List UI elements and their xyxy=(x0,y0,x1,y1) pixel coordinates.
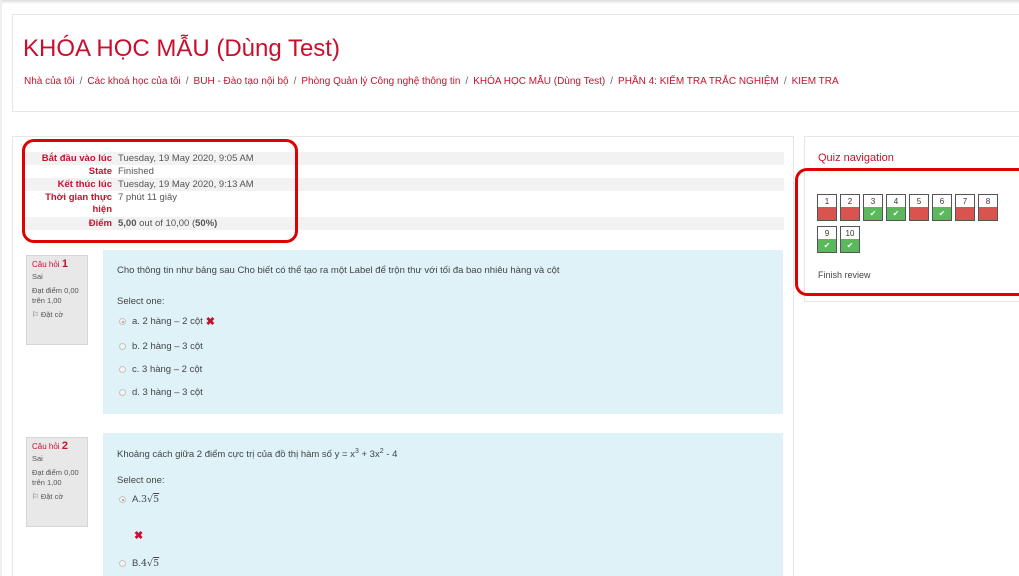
close-icon: ✖ xyxy=(205,316,215,328)
breadcrumb-item-quiz[interactable]: KIEM TRA xyxy=(792,76,839,87)
question-number-line: Câu hỏi 2 xyxy=(32,441,82,452)
math-radicand: 5 xyxy=(153,558,160,569)
breadcrumb-separator: / xyxy=(293,76,297,87)
select-one-label: Select one: xyxy=(117,296,165,307)
breadcrumb-separator: / xyxy=(610,76,614,87)
quiz-navigation-title: Quiz navigation xyxy=(818,152,894,164)
question-mark-line: Đạt điểm 0,00 xyxy=(32,286,79,295)
breadcrumb-item-my-courses[interactable]: Các khoá học của tôi xyxy=(87,76,180,87)
highlight-ring-summary xyxy=(22,139,298,243)
question-content-2: Khoảng cách giữa 2 điểm cực trị của đồ t… xyxy=(103,433,783,576)
flag-question-button[interactable]: ⚐ Đặt cờ xyxy=(32,492,82,502)
breadcrumb-item-section[interactable]: PHẦN 4: KIỂM TRA TRẮC NGHIỆM xyxy=(618,76,779,87)
question-text: Cho thông tin như bảng sau Cho biết có t… xyxy=(117,265,560,276)
breadcrumb-item-home[interactable]: Nhà của tôi xyxy=(24,76,75,87)
breadcrumb-separator: / xyxy=(79,76,83,87)
close-icon: ✖ xyxy=(134,530,144,542)
breadcrumb-item-department[interactable]: Phòng Quản lý Công nghệ thông tin xyxy=(301,76,460,87)
question-state: Sai xyxy=(32,272,43,281)
question-text-end: - 4 xyxy=(383,449,398,461)
answer-radio[interactable] xyxy=(119,343,126,350)
math-radicand: 5 xyxy=(153,494,160,505)
question-text-prefix: Khoảng cách giữa 2 điểm cực trị của đồ t… xyxy=(117,449,355,461)
answer-label: b. 2 hàng – 3 cột xyxy=(132,341,203,352)
question-content-1: Cho thông tin như bảng sau Cho biết có t… xyxy=(103,250,783,414)
breadcrumb-item-category[interactable]: BUH - Đào tạo nội bộ xyxy=(194,76,289,87)
question-mark-line: trên 1,00 xyxy=(32,296,62,305)
breadcrumb-separator: / xyxy=(465,76,469,87)
math-expression: 4√5 xyxy=(141,558,159,569)
question-label: Câu hỏi xyxy=(32,442,60,451)
answer-option-d[interactable]: d. 3 hàng – 3 cột xyxy=(119,387,203,398)
answer-radio[interactable] xyxy=(119,366,126,373)
question-text-mid: + 3x xyxy=(358,449,380,461)
question-mark-line: Đạt điểm 0,00 xyxy=(32,468,79,477)
question-number-line: Câu hỏi 1 xyxy=(32,259,82,270)
question-number: 2 xyxy=(61,440,68,452)
answer-prefix: B. xyxy=(132,558,141,569)
flag-label: Đặt cờ xyxy=(40,310,64,319)
answer-radio[interactable] xyxy=(119,389,126,396)
answer-label: a. 2 hàng – 2 cột xyxy=(132,316,203,327)
breadcrumb-separator: / xyxy=(783,76,787,87)
answer-radio[interactable] xyxy=(119,318,126,325)
answer-label: c. 3 hàng – 2 cột xyxy=(132,364,203,375)
breadcrumb-separator: / xyxy=(185,76,189,87)
flag-question-button[interactable]: ⚐ Đặt cờ xyxy=(32,310,82,320)
question-state: Sai xyxy=(32,454,43,463)
answer-option-b[interactable]: B. 4√5 xyxy=(119,558,159,569)
answer-prefix: A. xyxy=(132,494,141,505)
highlight-ring-quiz-nav xyxy=(795,168,1019,296)
answer-feedback-row: ✖ xyxy=(131,529,143,542)
question-info-1: Câu hỏi 1 Sai Đạt điểm 0,00 trên 1,00 ⚐ … xyxy=(26,255,88,345)
question-mark-line: trên 1,00 xyxy=(32,478,62,487)
answer-option-a[interactable]: a. 2 hàng – 2 cột ✖ xyxy=(119,315,215,328)
flag-label: Đặt cờ xyxy=(40,492,64,501)
question-label: Câu hỏi xyxy=(32,260,60,269)
page-title: KHÓA HỌC MẪU (Dùng Test) xyxy=(23,35,340,62)
top-shadow xyxy=(0,0,1019,4)
answer-label: d. 3 hàng – 3 cột xyxy=(132,387,203,398)
math-expression: 3√5 xyxy=(141,494,159,505)
page-header: KHÓA HỌC MẪU (Dùng Test) Nhà của tôi / Các… xyxy=(12,14,1019,112)
breadcrumb-item-course[interactable]: KHÓA HỌC MẪU (Dùng Test) xyxy=(473,76,605,87)
flag-icon: ⚐ xyxy=(32,310,39,319)
breadcrumb: Nhà của tôi / Các khoá học của tôi / BUH - Đ… xyxy=(24,76,839,87)
select-one-label: Select one: xyxy=(117,475,165,486)
answer-radio[interactable] xyxy=(119,560,126,567)
question-text: Khoảng cách giữa 2 điểm cực trị của đồ t… xyxy=(117,448,397,460)
flag-icon: ⚐ xyxy=(32,492,39,501)
answer-radio[interactable] xyxy=(119,496,126,503)
question-number: 1 xyxy=(61,258,68,270)
page-left-border xyxy=(0,0,2,576)
question-info-2: Câu hỏi 2 Sai Đạt điểm 0,00 trên 1,00 ⚐ … xyxy=(26,437,88,527)
answer-option-a[interactable]: A. 3√5 xyxy=(119,494,159,505)
answer-option-b[interactable]: b. 2 hàng – 3 cột xyxy=(119,341,203,352)
answer-option-c[interactable]: c. 3 hàng – 2 cột xyxy=(119,364,202,375)
